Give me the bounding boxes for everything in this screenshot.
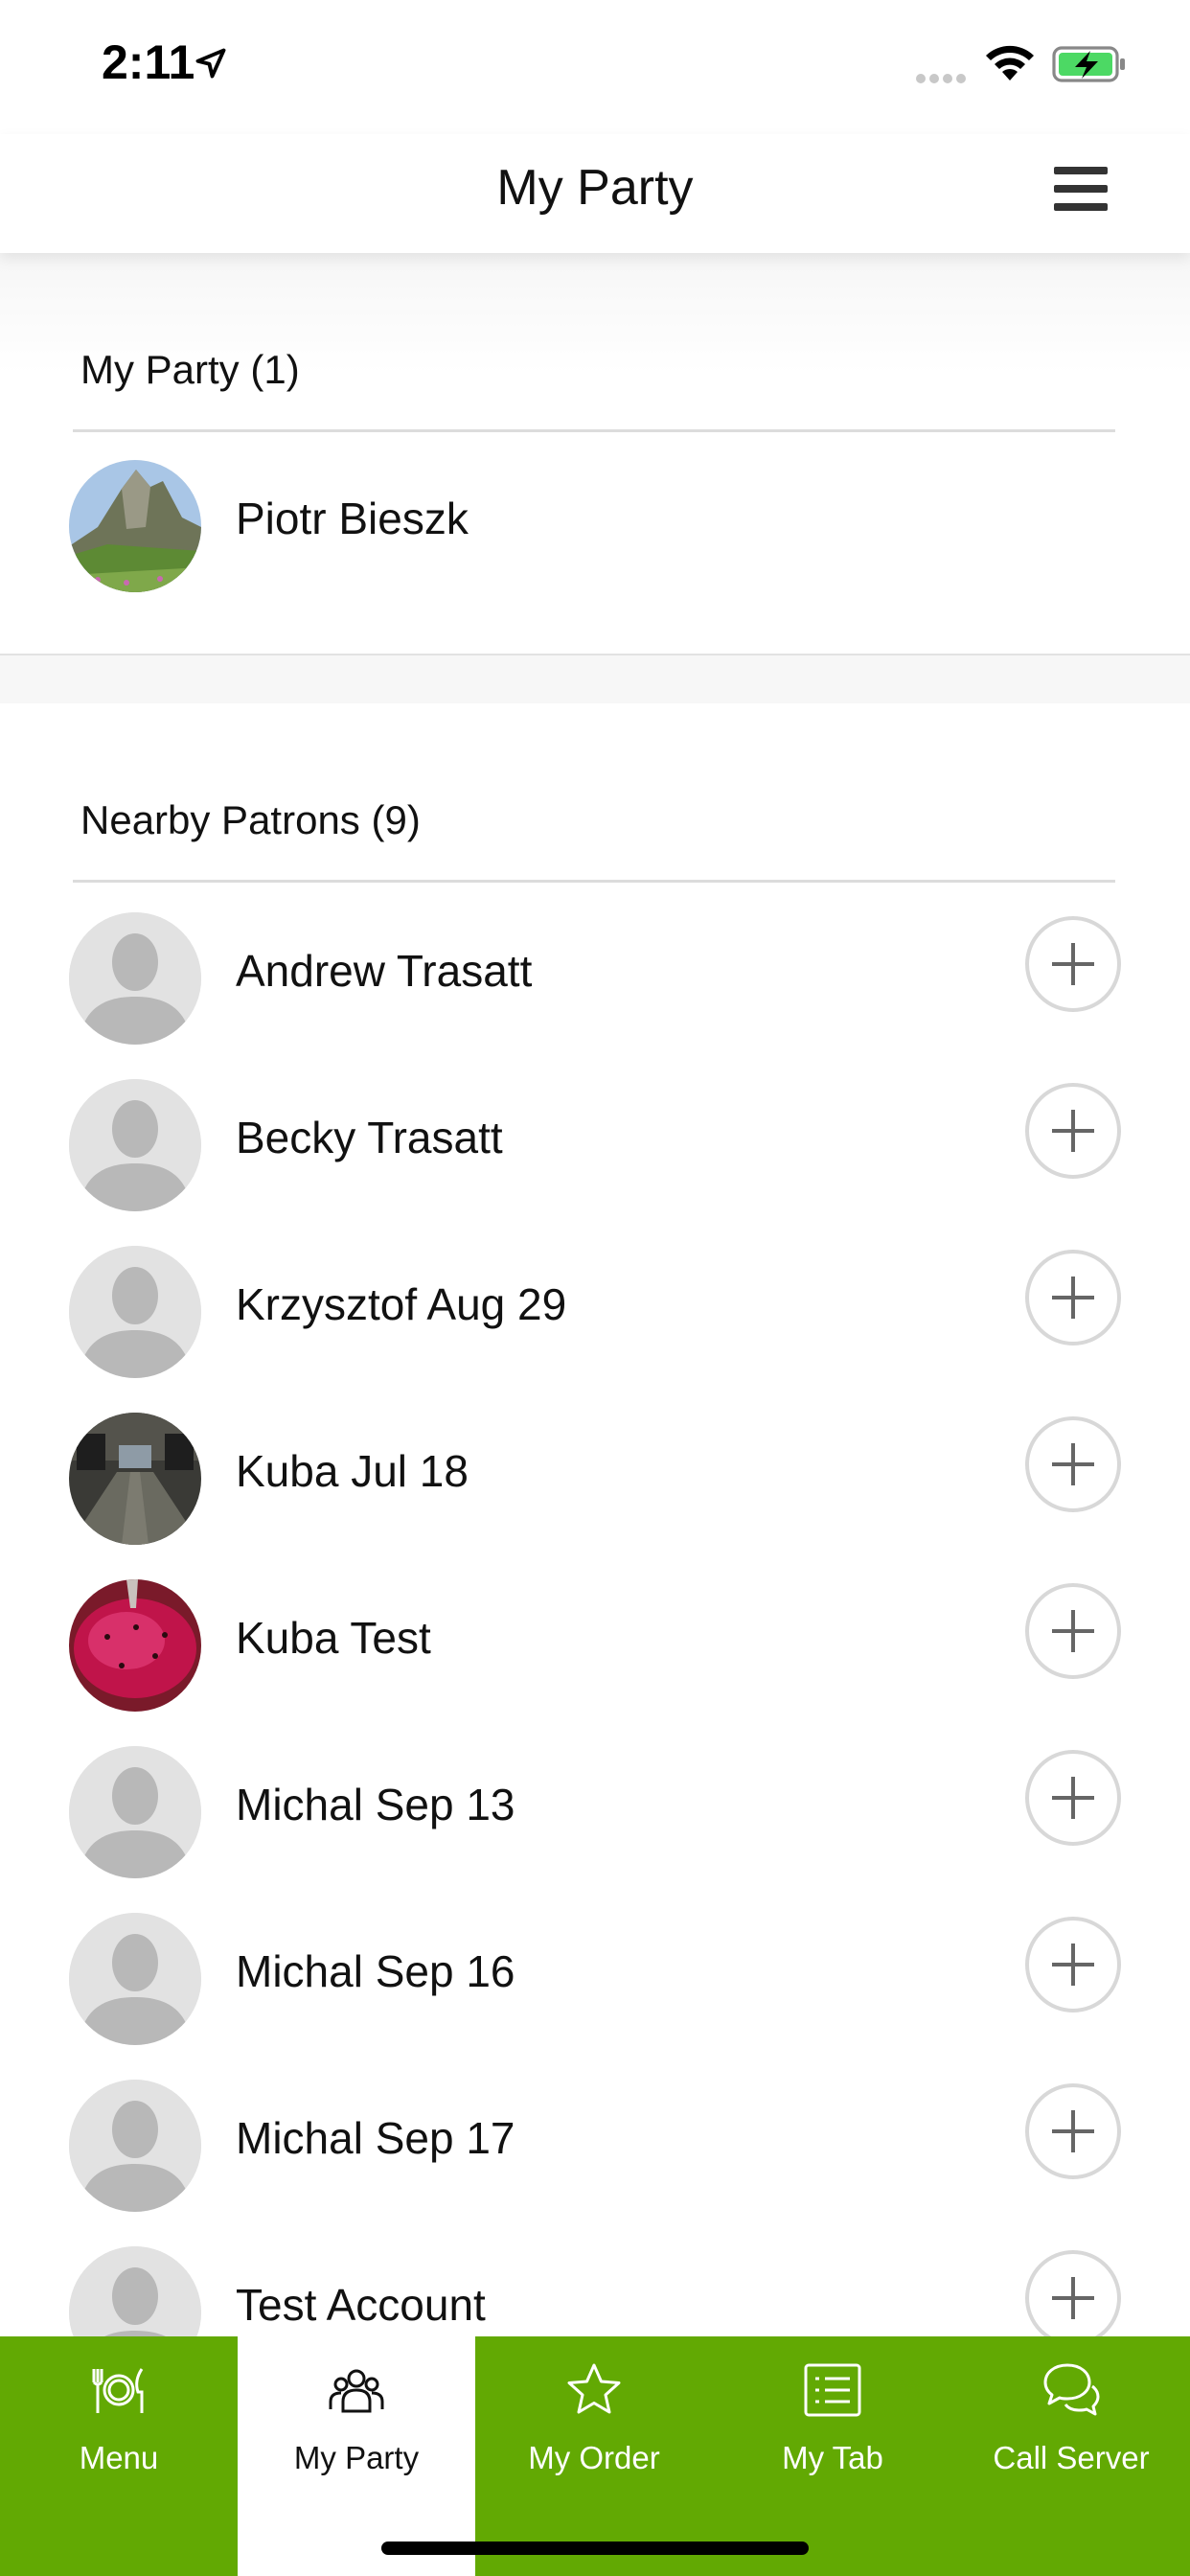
status-time: 2:11	[102, 35, 195, 89]
patron-name: Krzysztof Aug 29	[236, 1279, 567, 1329]
tab-call-server[interactable]: Call Server	[952, 2336, 1190, 2576]
add-to-party-button[interactable]	[1025, 1583, 1121, 1679]
add-to-party-button[interactable]	[1025, 1250, 1121, 1346]
patron-row: Kuba Test	[0, 1568, 1190, 1735]
patron-name: Michal Sep 13	[236, 1780, 515, 1829]
patron-name: Test Account	[236, 2280, 486, 2330]
list-icon	[804, 2363, 861, 2417]
tab-label: My Tab	[782, 2440, 883, 2475]
tab-menu[interactable]: Menu	[0, 2336, 238, 2576]
add-to-party-button[interactable]	[1025, 2083, 1121, 2179]
star-icon	[567, 2363, 621, 2414]
hamburger-icon	[1054, 167, 1108, 174]
add-to-party-button[interactable]	[1025, 2250, 1121, 2336]
patron-row: Krzysztof Aug 29	[0, 1234, 1190, 1401]
default-avatar-icon	[69, 1246, 201, 1378]
default-avatar-icon	[69, 2080, 201, 2212]
patron-avatar-photo	[69, 1413, 201, 1545]
divider	[73, 429, 1115, 432]
patron-avatar-photo	[69, 1579, 201, 1712]
party-member-row: Piotr Bieszk	[0, 448, 1190, 615]
tab-bar: Menu My Party My Order My Tab Call Serve…	[0, 2336, 1190, 2576]
party-content[interactable]: My Party (1) Piotr Bieszk Nearby Patrons…	[0, 253, 1190, 2336]
chat-bubbles-icon	[1043, 2363, 1100, 2416]
patron-row: Michal Sep 13	[0, 1735, 1190, 1901]
tab-label: Menu	[79, 2440, 159, 2475]
add-to-party-button[interactable]	[1025, 1917, 1121, 2012]
default-avatar-icon	[69, 912, 201, 1045]
tab-label: My Order	[528, 2440, 660, 2475]
default-avatar-icon	[69, 1079, 201, 1211]
my-party-header: My Party (1)	[80, 347, 300, 392]
default-avatar-icon	[69, 1746, 201, 1878]
section-separator	[0, 654, 1190, 703]
patron-name: Kuba Jul 18	[236, 1446, 469, 1496]
tab-my-order[interactable]: My Order	[475, 2336, 713, 2576]
location-arrow-icon	[195, 48, 226, 79]
tab-my-tab[interactable]: My Tab	[714, 2336, 951, 2576]
navigation-bar: My Party	[0, 134, 1190, 253]
patron-name: Andrew Trasatt	[236, 946, 533, 996]
nearby-patrons-header: Nearby Patrons (9)	[80, 797, 421, 842]
divider	[73, 880, 1115, 883]
default-avatar-icon	[69, 1913, 201, 2045]
tab-label: Call Server	[993, 2440, 1150, 2475]
cellular-signal-icon	[916, 71, 970, 88]
add-to-party-button[interactable]	[1025, 916, 1121, 1012]
status-bar: 2:11	[0, 0, 1190, 134]
utensils-icon	[92, 2368, 144, 2413]
patron-name: Michal Sep 16	[236, 1946, 515, 1996]
tab-label: My Party	[293, 2440, 420, 2475]
patron-row: Andrew Trasatt	[0, 901, 1190, 1068]
group-icon	[329, 2369, 384, 2413]
tab-my-party[interactable]: My Party	[238, 2336, 475, 2576]
hamburger-menu-button[interactable]	[1054, 167, 1108, 215]
home-indicator[interactable]	[381, 2542, 809, 2555]
patron-name: Becky Trasatt	[236, 1113, 503, 1162]
add-to-party-button[interactable]	[1025, 1416, 1121, 1512]
patron-row: Test Account	[0, 2235, 1190, 2336]
default-avatar-icon	[69, 2246, 201, 2336]
wifi-icon	[986, 45, 1034, 80]
patron-row: Kuba Jul 18	[0, 1401, 1190, 1568]
patron-name: Michal Sep 17	[236, 2113, 515, 2163]
patron-name: Kuba Test	[236, 1613, 431, 1663]
patron-row: Michal Sep 16	[0, 1901, 1190, 2068]
member-name: Piotr Bieszk	[236, 494, 469, 543]
battery-charging-icon	[1052, 46, 1125, 82]
member-avatar-photo	[69, 460, 201, 592]
add-to-party-button[interactable]	[1025, 1750, 1121, 1846]
patron-row: Becky Trasatt	[0, 1068, 1190, 1234]
patron-row: Michal Sep 17	[0, 2068, 1190, 2235]
add-to-party-button[interactable]	[1025, 1083, 1121, 1179]
page-title: My Party	[496, 160, 694, 216]
